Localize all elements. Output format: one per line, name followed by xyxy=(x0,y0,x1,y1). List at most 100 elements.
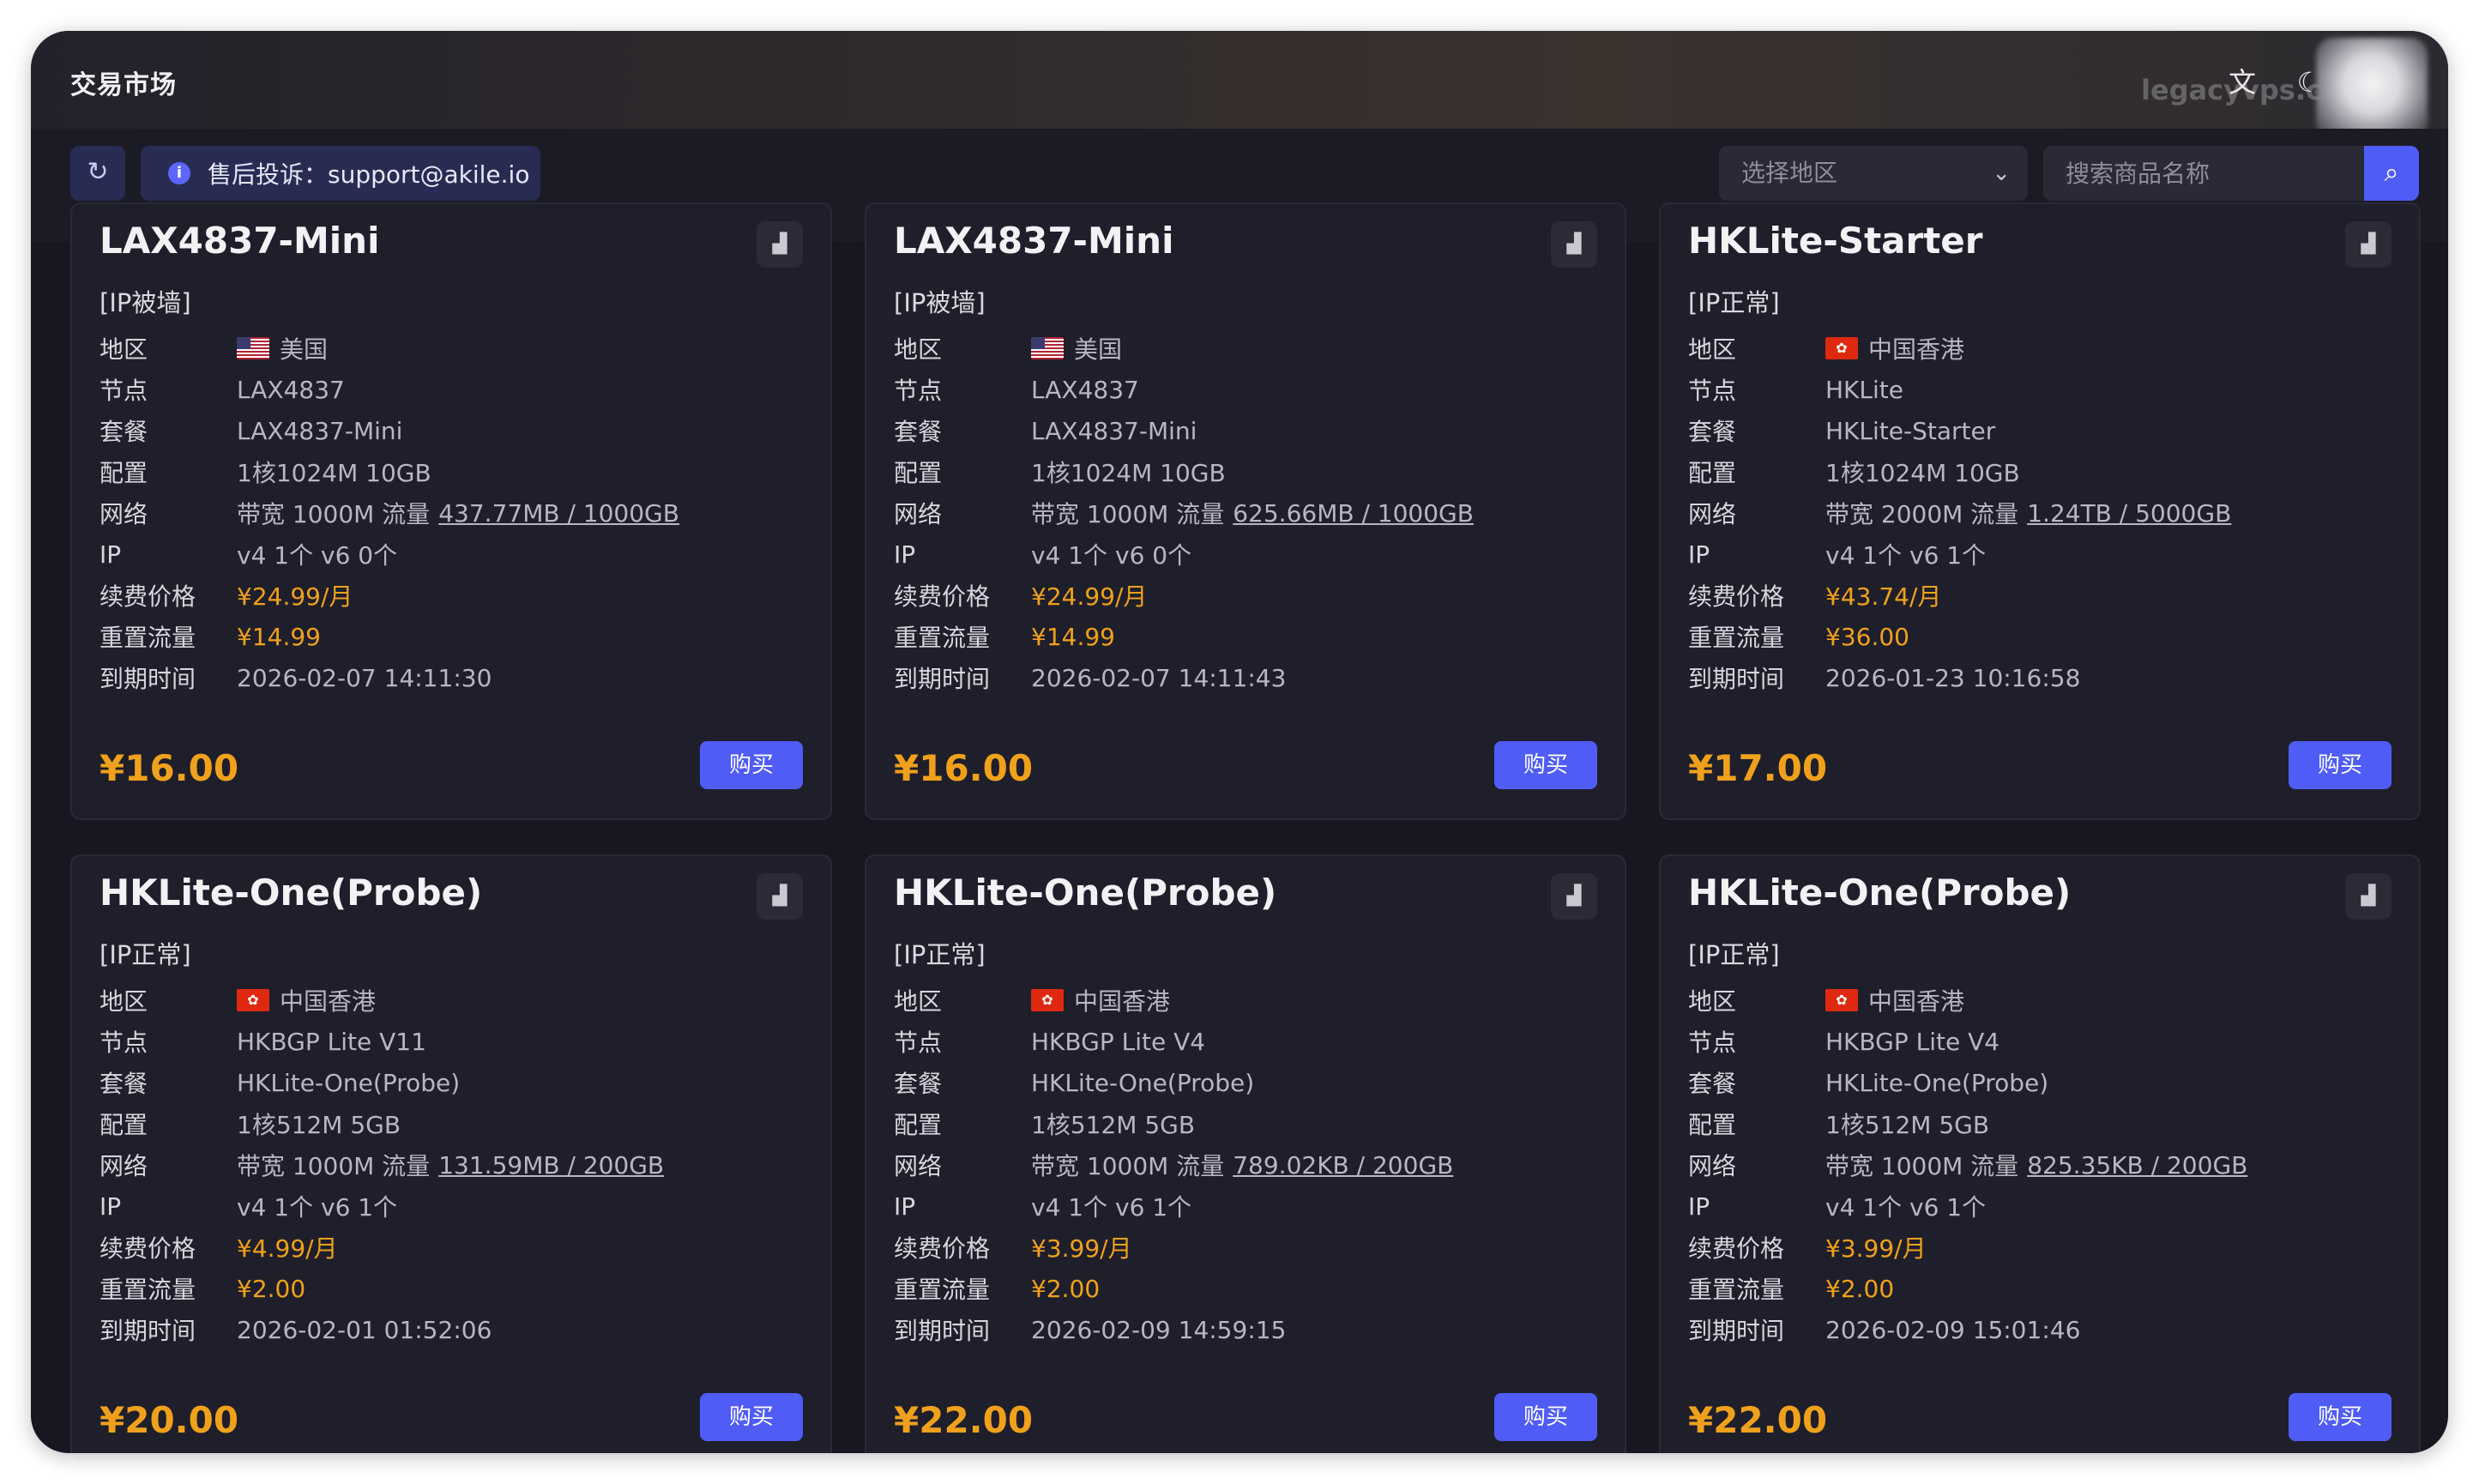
region-value: 美国 xyxy=(280,335,329,364)
bandwidth-text: 带宽 1000M 流量 xyxy=(1031,1152,1225,1180)
config-value: 1核512M 5GB xyxy=(1825,1111,1990,1139)
product-card: HKLite-One(Probe) ▟ [IP正常] 地区 ✿ 中国香港 节点 HKB… xyxy=(1659,854,2421,1453)
spec-label: 地区 xyxy=(100,335,148,364)
spec-label: 地区 xyxy=(1688,335,1737,364)
region-select[interactable]: 选择地区 ⌄ xyxy=(1719,146,2028,201)
hk-flag-icon: ✿ xyxy=(1031,989,1064,1011)
ip-value: v4 1个 v6 1个 xyxy=(1825,541,1987,570)
spec-label: 网络 xyxy=(1688,500,1737,528)
spec-row-node: 节点 HKBGP Lite V4 xyxy=(894,1021,1597,1062)
spec-label: 续费价格 xyxy=(894,1234,991,1263)
spec-label: 地区 xyxy=(1688,987,1737,1016)
spec-label: 套餐 xyxy=(894,1070,943,1098)
chart-icon[interactable]: ▟ xyxy=(2345,873,2392,920)
spec-label: IP xyxy=(100,540,122,569)
search-icon: ⌕ xyxy=(2384,158,2399,188)
spec-label: 节点 xyxy=(894,377,943,405)
spec-row-plan: 套餐 HKLite-One(Probe) xyxy=(894,1062,1597,1103)
node-value: HKBGP Lite V4 xyxy=(1825,1027,2000,1056)
traffic-link[interactable]: 625.66MB / 1000GB xyxy=(1233,499,1474,528)
chart-icon[interactable]: ▟ xyxy=(757,221,803,268)
spec-list: 地区 ✿ 中国香港 节点 HKBGP Lite V4 套餐 HKLite-One(Pro… xyxy=(1688,980,2392,1350)
chart-icon[interactable]: ▟ xyxy=(757,873,803,920)
spec-label: IP xyxy=(100,1191,122,1221)
product-grid: LAX4837-Mini ▟ [IP被墙] 地区 美国 节点 LAX4837 套餐 L… xyxy=(70,202,2448,1453)
buy-button[interactable]: 购买 xyxy=(1494,1393,1597,1441)
buy-button[interactable]: 购买 xyxy=(700,741,803,789)
chart-icon[interactable]: ▟ xyxy=(2345,221,2392,268)
traffic-link[interactable]: 825.35KB / 200GB xyxy=(2027,1151,2247,1179)
product-card: LAX4837-Mini ▟ [IP被墙] 地区 美国 节点 LAX4837 套餐 L… xyxy=(865,202,1626,820)
buy-button[interactable]: 购买 xyxy=(2289,1393,2392,1441)
us-flag-icon xyxy=(1031,337,1064,359)
hk-flag-icon: ✿ xyxy=(237,989,269,1011)
spec-label: 配置 xyxy=(894,459,943,487)
spec-label: 重置流量 xyxy=(1688,624,1785,652)
spec-row-network: 网络 带宽 1000M 流量 825.35KB / 200GB xyxy=(1688,1144,2392,1185)
chart-icon[interactable]: ▟ xyxy=(1551,221,1597,268)
traffic-link[interactable]: 131.59MB / 200GB xyxy=(438,1151,664,1179)
spec-label: 套餐 xyxy=(1688,1070,1737,1098)
bandwidth-text: 带宽 1000M 流量 xyxy=(237,500,431,528)
spec-row-expire: 到期时间 2026-02-07 14:11:43 xyxy=(894,657,1597,698)
ip-value: v4 1个 v6 0个 xyxy=(1031,541,1192,570)
ip-status: [IP正常] xyxy=(100,940,191,969)
spec-label: 到期时间 xyxy=(1688,1317,1785,1345)
bandwidth-text: 带宽 1000M 流量 xyxy=(1031,500,1225,528)
spec-label: IP xyxy=(1688,540,1710,569)
network-value: 带宽 1000M 流量 625.66MB / 1000GB xyxy=(1031,496,1474,530)
spec-label: 节点 xyxy=(100,1029,148,1057)
spec-label: 套餐 xyxy=(894,418,943,446)
network-value: 带宽 2000M 流量 1.24TB / 5000GB xyxy=(1825,496,2231,530)
spec-label: IP xyxy=(894,540,916,569)
spec-row-ip: IP v4 1个 v6 1个 xyxy=(100,1185,803,1227)
ip-status: [IP被墙] xyxy=(894,288,986,317)
spec-row-region: 地区 美国 xyxy=(100,328,803,369)
spec-row-expire: 到期时间 2026-01-23 10:16:58 xyxy=(1688,657,2392,698)
top-bar: 交易市场 legacyvps.com 文 ☾ xyxy=(31,31,2448,141)
network-value: 带宽 1000M 流量 131.59MB / 200GB xyxy=(237,1148,664,1182)
spec-row-node: 节点 HKBGP Lite V4 xyxy=(1688,1021,2392,1062)
expire-value: 2026-02-01 01:52:06 xyxy=(237,1315,492,1344)
bandwidth-text: 带宽 1000M 流量 xyxy=(237,1152,431,1180)
spec-label: 节点 xyxy=(1688,1029,1737,1057)
plan-value: HKLite-One(Probe) xyxy=(1825,1068,2049,1097)
final-price: ¥22.00 xyxy=(1688,1399,1828,1441)
spec-row-reset: 重置流量 ¥2.00 xyxy=(894,1268,1597,1309)
spec-row-config: 配置 1核512M 5GB xyxy=(1688,1103,2392,1144)
product-name: HKLite-Starter xyxy=(1688,220,1983,262)
hk-flag-icon: ✿ xyxy=(1825,337,1858,359)
expire-value: 2026-02-07 14:11:30 xyxy=(237,663,492,692)
spec-label: 配置 xyxy=(100,1111,148,1139)
chart-icon[interactable]: ▟ xyxy=(1551,873,1597,920)
translate-icon[interactable]: 文 xyxy=(2223,63,2261,101)
network-value: 带宽 1000M 流量 825.35KB / 200GB xyxy=(1825,1148,2247,1182)
refresh-button[interactable]: ↻ xyxy=(70,146,125,201)
product-name: HKLite-One(Probe) xyxy=(1688,872,2072,914)
ip-value: v4 1个 v6 1个 xyxy=(1825,1193,1987,1222)
spec-row-network: 网络 带宽 1000M 流量 437.77MB / 1000GB xyxy=(100,492,803,534)
spec-row-region: 地区 ✿ 中国香港 xyxy=(1688,980,2392,1021)
spec-label: 重置流量 xyxy=(1688,1276,1785,1304)
traffic-link[interactable]: 437.77MB / 1000GB xyxy=(438,499,679,528)
buy-button[interactable]: 购买 xyxy=(2289,741,2392,789)
spec-label: 节点 xyxy=(894,1029,943,1057)
search-input[interactable] xyxy=(2043,146,2364,201)
spec-row-network: 网络 带宽 2000M 流量 1.24TB / 5000GB xyxy=(1688,492,2392,534)
buy-button[interactable]: 购买 xyxy=(700,1393,803,1441)
plan-value: LAX4837-Mini xyxy=(237,416,403,445)
spec-value: ✿ 中国香港 xyxy=(237,983,376,1017)
traffic-link[interactable]: 789.02KB / 200GB xyxy=(1233,1151,1453,1179)
spec-row-expire: 到期时间 2026-02-09 14:59:15 xyxy=(894,1309,1597,1350)
spec-label: 地区 xyxy=(894,987,943,1016)
spec-label: 网络 xyxy=(100,1152,148,1180)
reset-price: ¥2.00 xyxy=(1031,1274,1101,1303)
avatar[interactable] xyxy=(2316,38,2428,141)
buy-button[interactable]: 购买 xyxy=(1494,741,1597,789)
spec-row-plan: 套餐 LAX4837-Mini xyxy=(100,410,803,451)
search-button[interactable]: ⌕ xyxy=(2364,146,2419,201)
spec-label: 配置 xyxy=(1688,459,1737,487)
reset-price: ¥14.99 xyxy=(1031,622,1115,651)
traffic-link[interactable]: 1.24TB / 5000GB xyxy=(2027,499,2231,528)
spec-row-config: 配置 1核1024M 10GB xyxy=(1688,451,2392,492)
